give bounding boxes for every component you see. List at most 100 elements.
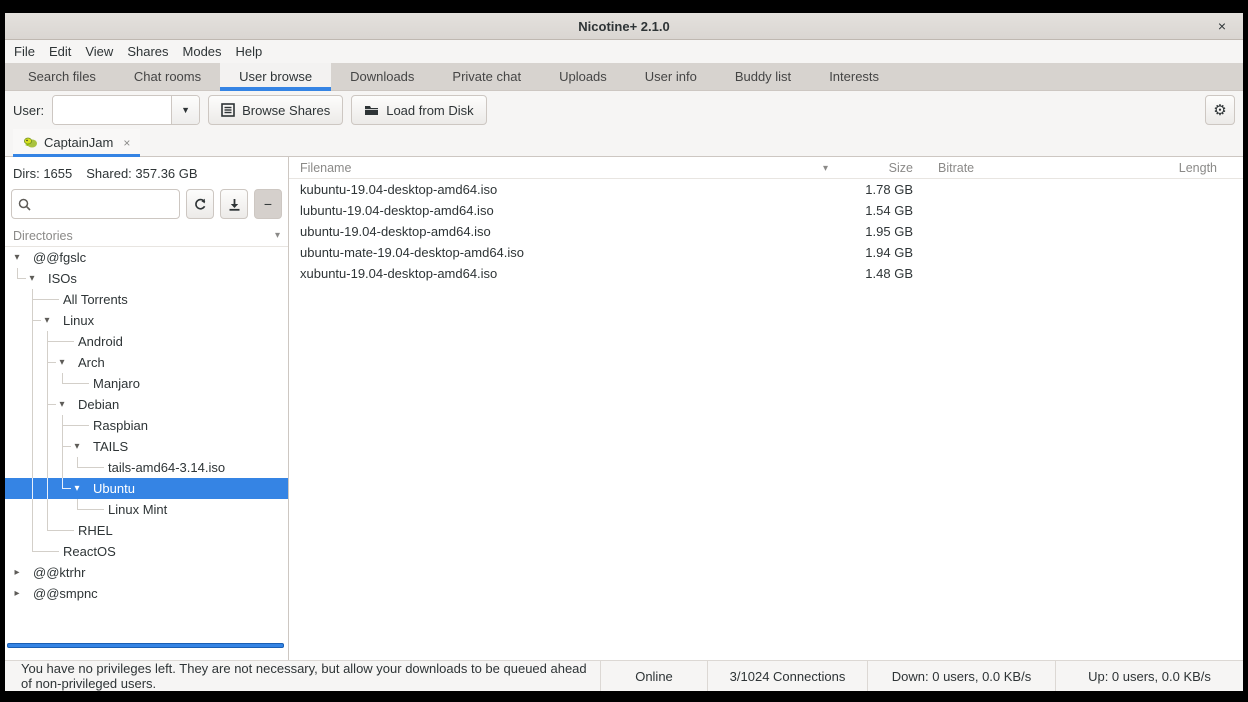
expander-open-icon[interactable]: ▾ (69, 436, 85, 457)
file-bitrate-cell (925, 200, 1093, 221)
tree-guide-line (32, 415, 33, 436)
user-input[interactable] (53, 96, 171, 124)
tree-item-isos[interactable]: ▾ISOs (5, 268, 288, 289)
menu-item-modes[interactable]: Modes (176, 40, 229, 63)
column-header-filename[interactable]: Filename ▾ (289, 157, 840, 179)
tree-item-label: All Torrents (63, 289, 128, 310)
tree-connector-line (62, 383, 89, 384)
expander-open-icon[interactable]: ▾ (24, 268, 40, 289)
expander-open-icon[interactable]: ▾ (54, 394, 70, 415)
filename-header-label: Filename (300, 161, 351, 175)
browse-shares-button[interactable]: Browse Shares (208, 95, 343, 125)
tab-user-browse[interactable]: User browse (220, 63, 331, 90)
bitrate-header-label: Bitrate (938, 161, 974, 175)
subtab-user[interactable]: CaptainJam× (13, 129, 140, 156)
expander-open-icon[interactable]: ▾ (39, 310, 55, 331)
download-icon (228, 198, 241, 211)
connection-status: Online (600, 661, 707, 691)
tree-item--smpnc[interactable]: ▸ @@smpnc (5, 583, 288, 604)
column-header-length[interactable]: Length (1093, 157, 1243, 179)
tree-item--ktrhr[interactable]: ▸@@ktrhr (5, 562, 288, 583)
gear-icon: ⚙ (1213, 101, 1226, 119)
tree-item-reactos[interactable]: ReactOS (5, 541, 288, 562)
collapse-all-button[interactable]: − (254, 189, 282, 219)
tree-item-linux-mint[interactable]: Linux Mint (5, 499, 288, 520)
directories-column-header[interactable]: Directories ▾ (5, 225, 288, 247)
tree-horizontal-scrollbar[interactable] (7, 643, 284, 648)
expander-open-icon[interactable]: ▾ (69, 478, 85, 499)
load-from-disk-button[interactable]: Load from Disk (351, 95, 486, 125)
refresh-button[interactable] (186, 189, 214, 219)
menu-item-edit[interactable]: Edit (42, 40, 78, 63)
file-table-header: Filename ▾ Size Bitrate Length (289, 157, 1243, 179)
tree-guide-line (32, 394, 33, 415)
tree-item-ubuntu[interactable]: ▾Ubuntu (5, 478, 288, 499)
column-header-bitrate[interactable]: Bitrate (925, 157, 1093, 179)
tab-private-chat[interactable]: Private chat (433, 63, 540, 90)
tab-interests[interactable]: Interests (810, 63, 898, 90)
directory-tree: ▾@@fgslc▾ISOsAll Torrents▾LinuxAndroid▾A… (5, 247, 288, 660)
user-combobox: ▼ (52, 95, 200, 125)
file-list-panel: Filename ▾ Size Bitrate Length kubuntu-1… (289, 157, 1243, 660)
tree-connector-line (32, 551, 59, 552)
settings-button[interactable]: ⚙ (1205, 95, 1235, 125)
minus-icon: − (264, 196, 272, 212)
menu-item-help[interactable]: Help (229, 40, 270, 63)
chevron-down-icon: ▼ (181, 105, 190, 115)
column-header-size[interactable]: Size (840, 157, 925, 179)
tab-buddy-list[interactable]: Buddy list (716, 63, 810, 90)
share-stats: Dirs: 1655 Shared: 357.36 GB (5, 157, 288, 187)
folder-search-input[interactable] (35, 197, 173, 212)
connections-count: 3/1024 Connections (707, 661, 867, 691)
tree-item--fgslc[interactable]: ▾@@fgslc (5, 247, 288, 268)
file-table-body: kubuntu-19.04-desktop-amd64.iso1.78 GBlu… (289, 179, 1243, 284)
tab-uploads[interactable]: Uploads (540, 63, 626, 90)
menu-item-view[interactable]: View (78, 40, 120, 63)
expander-open-icon[interactable]: ▾ (54, 352, 70, 373)
expander-closed-icon[interactable]: ▸ (9, 562, 25, 583)
tree-item-label: Raspbian (93, 415, 148, 436)
directories-sort-arrow-icon: ▾ (275, 230, 280, 241)
load-from-disk-label: Load from Disk (386, 103, 473, 118)
file-size-cell: 1.54 GB (840, 200, 925, 221)
table-row[interactable]: ubuntu-19.04-desktop-amd64.iso1.95 GB (289, 221, 1243, 242)
tree-item-arch[interactable]: ▾Arch (5, 352, 288, 373)
tab-chat-rooms[interactable]: Chat rooms (115, 63, 220, 90)
tree-item-rhel[interactable]: RHEL (5, 520, 288, 541)
tree-item-all-torrents[interactable]: All Torrents (5, 289, 288, 310)
expander-closed-icon[interactable]: ▸ (9, 583, 25, 604)
table-row[interactable]: ubuntu-mate-19.04-desktop-amd64.iso1.94 … (289, 242, 1243, 263)
tree-item-android[interactable]: Android (5, 331, 288, 352)
close-tab-icon[interactable]: × (123, 136, 130, 150)
folder-search-field[interactable] (11, 189, 180, 219)
table-row[interactable]: kubuntu-19.04-desktop-amd64.iso1.78 GB (289, 179, 1243, 200)
tree-item-tails[interactable]: ▾TAILS (5, 436, 288, 457)
download-status: Down: 0 users, 0.0 KB/s (867, 661, 1055, 691)
tree-item-linux[interactable]: ▾Linux (5, 310, 288, 331)
tree-item-raspbian[interactable]: Raspbian (5, 415, 288, 436)
tree-item-label: RHEL (78, 520, 113, 541)
tree-item-debian[interactable]: ▾ Debian (5, 394, 288, 415)
upload-status: Up: 0 users, 0.0 KB/s (1055, 661, 1243, 691)
tab-downloads[interactable]: Downloads (331, 63, 433, 90)
refresh-icon (194, 198, 207, 211)
file-length-cell (1093, 242, 1243, 263)
expander-open-icon[interactable]: ▾ (9, 247, 25, 268)
table-row[interactable]: xubuntu-19.04-desktop-amd64.iso1.48 GB (289, 263, 1243, 284)
menubar: FileEditViewSharesModesHelp (5, 40, 1243, 63)
tree-item-label: Debian (78, 394, 119, 415)
window-close-icon[interactable]: × (1213, 17, 1231, 35)
menu-item-file[interactable]: File (7, 40, 42, 63)
folder-search-row: − (5, 187, 288, 225)
menu-item-shares[interactable]: Shares (120, 40, 175, 63)
user-combo-dropdown-button[interactable]: ▼ (171, 96, 199, 124)
tree-item-label: @@smpnc (33, 583, 98, 604)
tab-user-info[interactable]: User info (626, 63, 716, 90)
filename-sort-arrow-icon: ▾ (823, 163, 840, 174)
tab-search-files[interactable]: Search files (9, 63, 115, 90)
save-list-button[interactable] (220, 189, 248, 219)
table-row[interactable]: lubuntu-19.04-desktop-amd64.iso1.54 GB (289, 200, 1243, 221)
file-name-cell: lubuntu-19.04-desktop-amd64.iso (289, 200, 840, 221)
tree-item-manjaro[interactable]: Manjaro (5, 373, 288, 394)
tree-item-tails-amd64-3-14-iso[interactable]: tails-amd64-3.14.iso (5, 457, 288, 478)
